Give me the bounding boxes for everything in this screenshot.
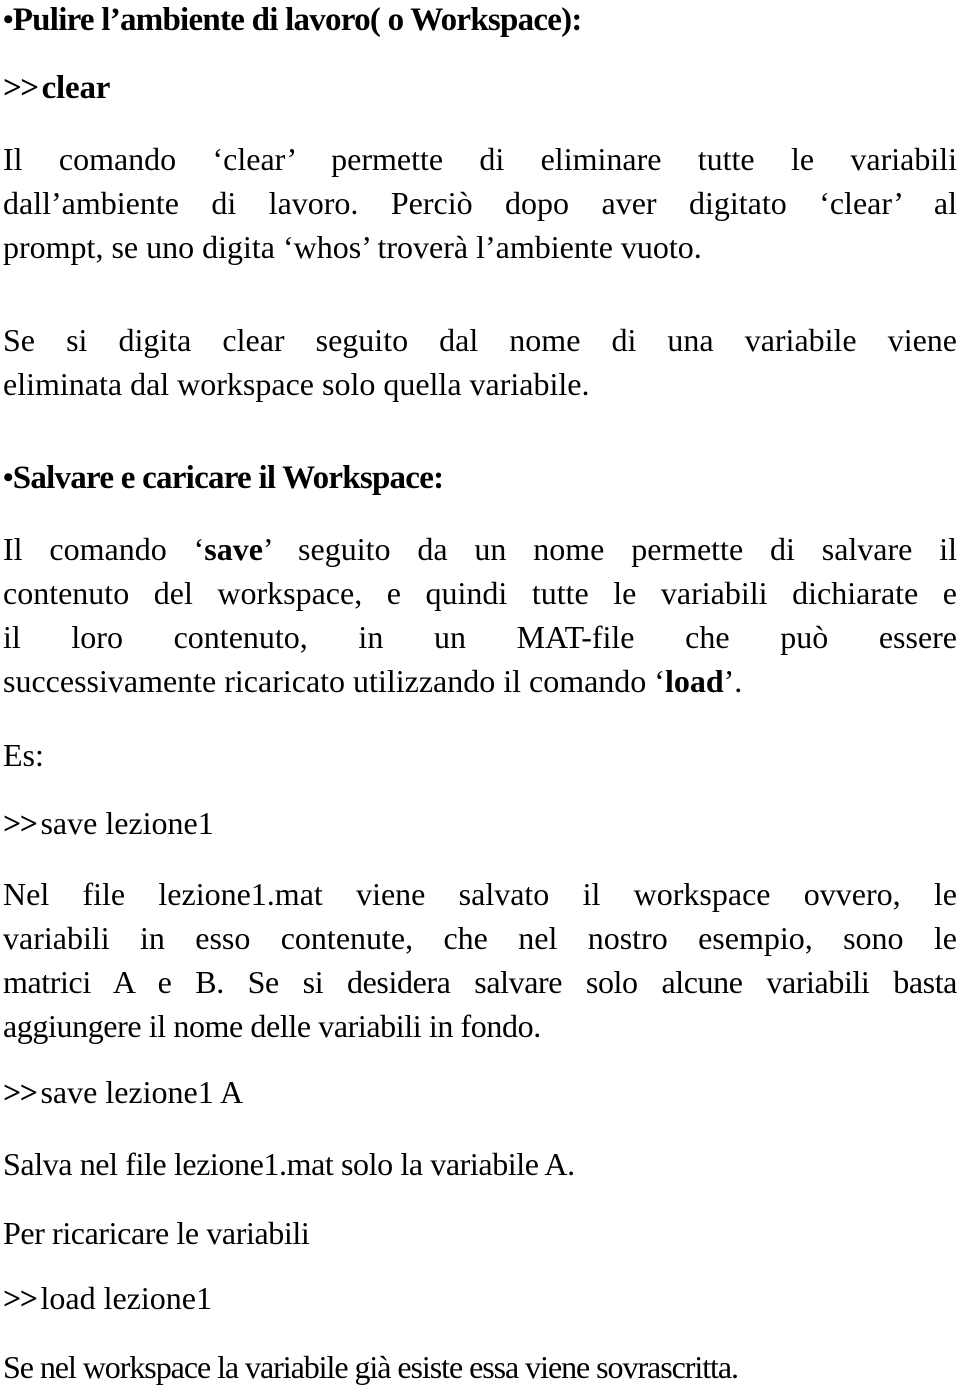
text-line: Se nel workspace la variabile già esiste… — [3, 1349, 739, 1385]
paragraph-salva-nel-file: Salva nel file lezione1.mat solo la vari… — [3, 1142, 957, 1186]
paragraph-clear-variable: Se si digita clear seguito dal nome di u… — [3, 318, 957, 406]
text-line: aggiungere il nome delle variabili in fo… — [3, 1008, 541, 1044]
text-line: il loro contenuto, in un MAT-file che pu… — [3, 619, 957, 655]
prompt-clear: >> clear — [3, 68, 110, 108]
prompt-load-lezione1-command: load lezione1 — [40, 1280, 212, 1316]
text-fragment: ’ seguito da un nome permette di salvare… — [262, 531, 958, 567]
heading-pulire-ambiente: •Pulire l’ambiente di lavoro( o Workspac… — [3, 0, 582, 40]
document-page: •Pulire l’ambiente di lavoro( o Workspac… — [0, 0, 960, 1386]
text-line: Es: — [3, 737, 44, 773]
paragraph-save-description: Il comando ‘save’ seguito da un nome per… — [3, 527, 957, 703]
prompt-save-lezione1: >> save lezione1 — [3, 803, 214, 843]
prompt-clear-command: clear — [41, 70, 111, 106]
text-fragment: successivamente ricaricato utilizzando i… — [3, 663, 665, 699]
text-line: Nel file lezione1.mat viene salvato il w… — [3, 876, 957, 912]
paragraph-sovrascritta: Se nel workspace la variabile già esiste… — [3, 1345, 957, 1386]
prompt-chevron-icon: >> — [3, 1280, 38, 1316]
paragraph-clear-description: Il comando ‘clear’ permette di eliminare… — [3, 137, 957, 269]
prompt-chevron-icon: >> — [3, 70, 39, 106]
text-line: variabili in esso contenute, che nel nos… — [3, 920, 957, 956]
text-line: successivamente ricaricato utilizzando i… — [3, 659, 957, 703]
label-es: Es: — [3, 733, 44, 777]
text-line: Se si digita clear seguito dal nome di u… — [3, 322, 957, 358]
prompt-save-lezione1-a: >> save lezione1 A — [3, 1072, 243, 1112]
prompt-load-lezione1: >> load lezione1 — [3, 1278, 212, 1318]
heading-pulire-label: Pulire l’ambiente di lavoro( o Workspace… — [12, 2, 583, 38]
text-line: Il comando ‘save’ seguito da un nome per… — [3, 527, 957, 571]
term-save: save — [204, 531, 263, 567]
text-line: matrici A e B. Se si desidera salvare so… — [3, 964, 957, 1000]
text-line: contenuto del workspace, e quindi tutte … — [3, 575, 957, 611]
text-line: dall’ambiente di lavoro. Perciò dopo ave… — [3, 185, 957, 221]
paragraph-per-ricaricare: Per ricaricare le variabili — [3, 1211, 957, 1255]
paragraph-nel-file: Nel file lezione1.mat viene salvato il w… — [3, 872, 957, 1048]
bullet-icon: • — [3, 3, 13, 36]
bullet-icon: • — [3, 461, 13, 494]
text-line: Salva nel file lezione1.mat solo la vari… — [3, 1146, 575, 1182]
text-fragment: ’. — [723, 663, 743, 699]
prompt-save-lezione1-command: save lezione1 — [40, 805, 214, 841]
text-line: prompt, se uno digita ‘whos’ troverà l’a… — [3, 229, 702, 265]
prompt-save-lezione1-a-command: save lezione1 A — [40, 1074, 244, 1110]
text-line: Il comando ‘clear’ permette di eliminare… — [3, 141, 957, 177]
text-line: Per ricaricare le variabili — [3, 1215, 310, 1251]
heading-salvare-caricare: •Salvare e caricare il Workspace: — [3, 458, 444, 498]
prompt-chevron-icon: >> — [3, 1074, 38, 1110]
prompt-chevron-icon: >> — [3, 805, 38, 841]
term-load: load — [664, 663, 724, 699]
text-line: eliminata dal workspace solo quella vari… — [3, 366, 590, 402]
heading-salvare-label: Salvare e caricare il Workspace: — [12, 460, 444, 496]
text-fragment: Il comando ‘ — [3, 531, 205, 567]
